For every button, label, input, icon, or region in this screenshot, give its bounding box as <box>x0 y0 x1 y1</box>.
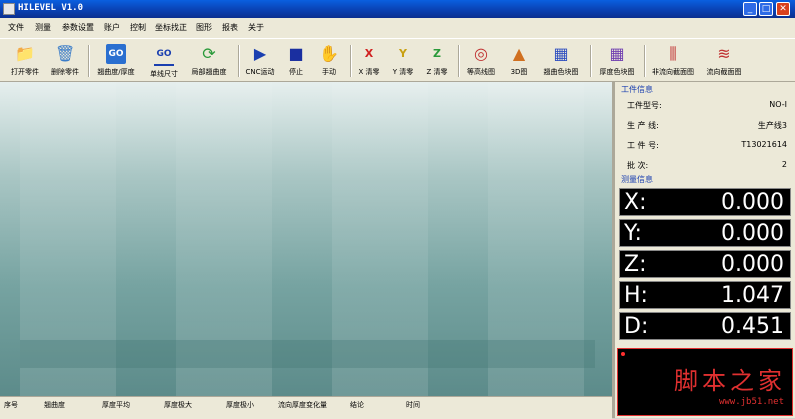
3d-icon: ▲ <box>512 44 526 63</box>
thickness-grid-icon: ▦ <box>609 44 625 63</box>
warp-grid-icon: ▦ <box>553 44 569 63</box>
canvas-row-band <box>20 340 595 368</box>
col-flow-thickness-change[interactable]: 流向厚度变化量 <box>278 400 327 410</box>
title-bar: HILEVEL V1.0 _ □ ✕ <box>0 0 795 18</box>
watermark-logo: 脚本之家 <box>674 367 786 395</box>
maximize-button[interactable]: □ <box>759 2 773 16</box>
menu-measure[interactable]: 测量 <box>35 22 51 33</box>
x-value: 0.000 <box>721 190 784 215</box>
z-value: 0.000 <box>721 252 784 277</box>
warp-thickness-button[interactable]: GO 翘曲度/厚度 <box>92 42 140 77</box>
toolbar: 📁 打开零件 🗑 删除零件 GO 翘曲度/厚度 GO 单线尺寸 ⟳ 局部翘曲度 … <box>0 38 795 82</box>
stop-button[interactable]: ■ 停止 <box>282 42 310 77</box>
x-readout: X: 0.000 <box>619 188 791 216</box>
contour-button[interactable]: ◎ 等高线图 <box>462 42 500 77</box>
menu-control[interactable]: 控制 <box>130 22 146 33</box>
y-axis-label: Y: <box>624 221 642 246</box>
menu-coordinate-align[interactable]: 坐标找正 <box>155 22 187 33</box>
model-value: NO-I <box>769 100 787 109</box>
col-index[interactable]: 序号 <box>4 400 18 410</box>
menu-account[interactable]: 账户 <box>104 22 120 33</box>
batch-value: 2 <box>781 160 787 169</box>
window-title: HILEVEL V1.0 <box>18 3 84 13</box>
status-display: 脚本之家 www.jb51.net <box>617 348 793 416</box>
toolbar-separator <box>590 45 592 77</box>
col-thickness-min[interactable]: 厚度极小 <box>226 400 254 410</box>
hand-icon: ✋ <box>319 44 339 63</box>
toolbar-separator <box>350 45 352 77</box>
z-reset-icon: Z <box>433 47 441 60</box>
graph-canvas[interactable] <box>0 82 612 396</box>
results-table-header: 序号 翘曲度 厚度平均 厚度极大 厚度极小 流向厚度变化量 结论 时间 <box>0 396 612 419</box>
cnc-motion-button[interactable]: ▶ CNC运动 <box>242 42 278 77</box>
x-axis-label: X: <box>624 190 647 215</box>
single-line-size-button[interactable]: GO 单线尺寸 <box>144 42 184 79</box>
menu-about[interactable]: 关于 <box>248 22 264 33</box>
refresh-icon: ⟳ <box>202 44 216 63</box>
nonflow-section-icon: ⫼ <box>669 44 677 63</box>
d-value: 0.451 <box>721 314 784 339</box>
flow-section-button[interactable]: ≋ 流向截面图 <box>702 42 746 77</box>
menu-file[interactable]: 文件 <box>8 22 24 33</box>
z-readout: Z: 0.000 <box>619 250 791 278</box>
col-conclusion[interactable]: 结论 <box>350 400 364 410</box>
warp-grid-button[interactable]: ▦ 翘曲色块图 <box>538 42 584 77</box>
contour-icon: ◎ <box>474 44 488 63</box>
delete-part-button[interactable]: 🗑 删除零件 <box>46 42 84 77</box>
play-icon: ▶ <box>253 44 267 63</box>
open-part-button[interactable]: 📁 打开零件 <box>6 42 44 77</box>
menu-report[interactable]: 报表 <box>222 22 238 33</box>
col-warp[interactable]: 翘曲度 <box>44 400 65 410</box>
d-readout: D: 0.451 <box>619 312 791 340</box>
3d-view-button[interactable]: ▲ 3D图 <box>504 42 534 77</box>
toolbar-separator <box>238 45 240 77</box>
app-icon <box>3 3 15 15</box>
h-readout: H: 1.047 <box>619 281 791 309</box>
line-value: 生产线3 <box>757 121 787 130</box>
thickness-grid-button[interactable]: ▦ 厚度色块图 <box>594 42 640 77</box>
menu-graphics[interactable]: 图形 <box>196 22 212 33</box>
d-axis-label: D: <box>624 314 649 339</box>
h-value: 1.047 <box>721 283 784 308</box>
trash-icon: 🗑 <box>55 44 76 63</box>
menu-parameters[interactable]: 参数设置 <box>62 22 94 33</box>
col-thickness-avg[interactable]: 厚度平均 <box>102 400 130 410</box>
z-axis-label: Z: <box>624 252 647 277</box>
toolbar-separator <box>88 45 90 77</box>
toolbar-separator <box>644 45 646 77</box>
model-label: 工件型号: <box>627 101 662 110</box>
workpiece-info-title: 工件信息 <box>621 85 653 94</box>
y-reset-button[interactable]: Y Y 清零 <box>388 42 418 77</box>
col-thickness-max[interactable]: 厚度极大 <box>164 400 192 410</box>
y-reset-icon: Y <box>399 47 407 60</box>
info-panel: 工件信息 工件型号: NO-I 生 产 线: 生产线3 工 件 号: T1302… <box>615 82 795 418</box>
col-time[interactable]: 时间 <box>406 400 420 410</box>
h-axis-label: H: <box>624 283 648 308</box>
stop-icon: ■ <box>288 44 304 63</box>
watermark-url: www.jb51.net <box>718 397 784 407</box>
y-readout: Y: 0.000 <box>619 219 791 247</box>
toolbar-separator <box>458 45 460 77</box>
z-reset-button[interactable]: Z Z 清零 <box>422 42 452 77</box>
close-button[interactable]: ✕ <box>776 2 790 16</box>
folder-icon: 📁 <box>15 44 35 63</box>
minimize-button[interactable]: _ <box>743 2 757 16</box>
batch-label: 批 次: <box>627 161 649 170</box>
go-line-icon: GO <box>154 44 174 66</box>
flow-section-icon: ≋ <box>717 44 731 63</box>
go-icon: GO <box>106 44 126 64</box>
line-label: 生 产 线: <box>627 121 659 130</box>
workpiece-no-label: 工 件 号: <box>627 141 659 150</box>
status-dot-icon <box>621 352 625 356</box>
x-reset-icon: X <box>364 47 374 60</box>
x-reset-button[interactable]: X X 清零 <box>354 42 384 77</box>
y-value: 0.000 <box>721 221 784 246</box>
workpiece-no-value: T13021614 <box>741 140 787 149</box>
local-warp-button[interactable]: ⟳ 局部翘曲度 <box>186 42 232 77</box>
menu-bar: 文件 测量 参数设置 账户 控制 坐标找正 图形 报表 关于 <box>0 18 795 38</box>
nonflow-section-button[interactable]: ⫼ 非流向截面图 <box>648 42 698 77</box>
manual-button[interactable]: ✋ 手动 <box>314 42 344 77</box>
measure-info-title: 测量信息 <box>621 175 653 184</box>
